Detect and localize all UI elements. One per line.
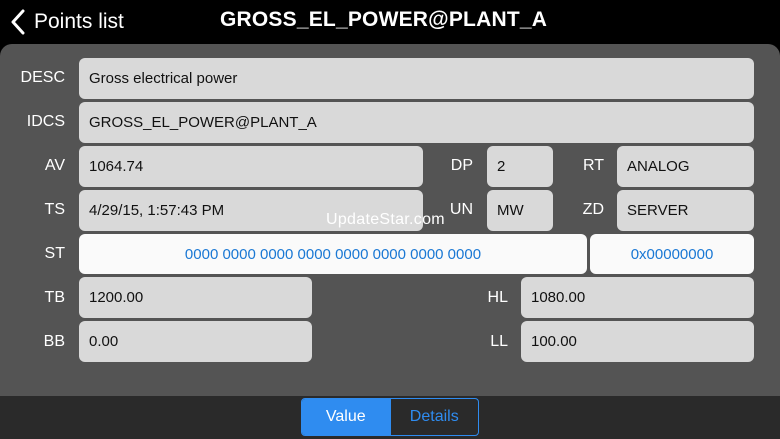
status-hex-field[interactable]: 0x00000000 xyxy=(590,234,754,274)
desc-field[interactable]: Gross electrical power xyxy=(79,58,754,99)
bb-label: BB xyxy=(43,333,65,350)
idcs-label: IDCS xyxy=(26,113,65,130)
watermark: UpdateStar.com xyxy=(326,211,445,228)
zd-label: ZD xyxy=(582,201,604,218)
dp-label: DP xyxy=(450,157,473,174)
idcs-field[interactable]: GROSS_EL_POWER@PLANT_A xyxy=(79,102,754,143)
rt-label: RT xyxy=(582,157,604,174)
av-field[interactable]: 1064.74 xyxy=(79,146,423,187)
tb-field[interactable]: 1200.00 xyxy=(79,277,312,318)
bb-field[interactable]: 0.00 xyxy=(79,321,312,362)
chevron-left-icon xyxy=(11,9,25,35)
tab-value[interactable]: Value xyxy=(302,399,390,435)
desc-label: DESC xyxy=(20,69,65,86)
hl-field[interactable]: 1080.00 xyxy=(521,277,754,318)
hl-label: HL xyxy=(487,289,508,306)
status-bits-field[interactable]: 0000 0000 0000 0000 0000 0000 0000 0000 xyxy=(79,234,587,274)
back-button[interactable]: Points list xyxy=(10,5,124,39)
page-title: GROSS_EL_POWER@PLANT_A xyxy=(220,8,548,31)
zd-field[interactable]: SERVER xyxy=(617,190,754,231)
av-label: AV xyxy=(44,157,65,174)
value-details-segmented-control: Value Details xyxy=(301,398,479,436)
ts-label: TS xyxy=(44,201,65,218)
st-label: ST xyxy=(44,245,65,262)
ll-label: LL xyxy=(490,333,508,350)
ll-field[interactable]: 100.00 xyxy=(521,321,754,362)
back-button-label: Points list xyxy=(34,10,124,33)
rt-field[interactable]: ANALOG xyxy=(617,146,754,187)
tb-label: TB xyxy=(44,289,65,306)
navigation-bar: Points list GROSS_EL_POWER@PLANT_A xyxy=(0,0,780,44)
tab-details[interactable]: Details xyxy=(389,399,479,435)
